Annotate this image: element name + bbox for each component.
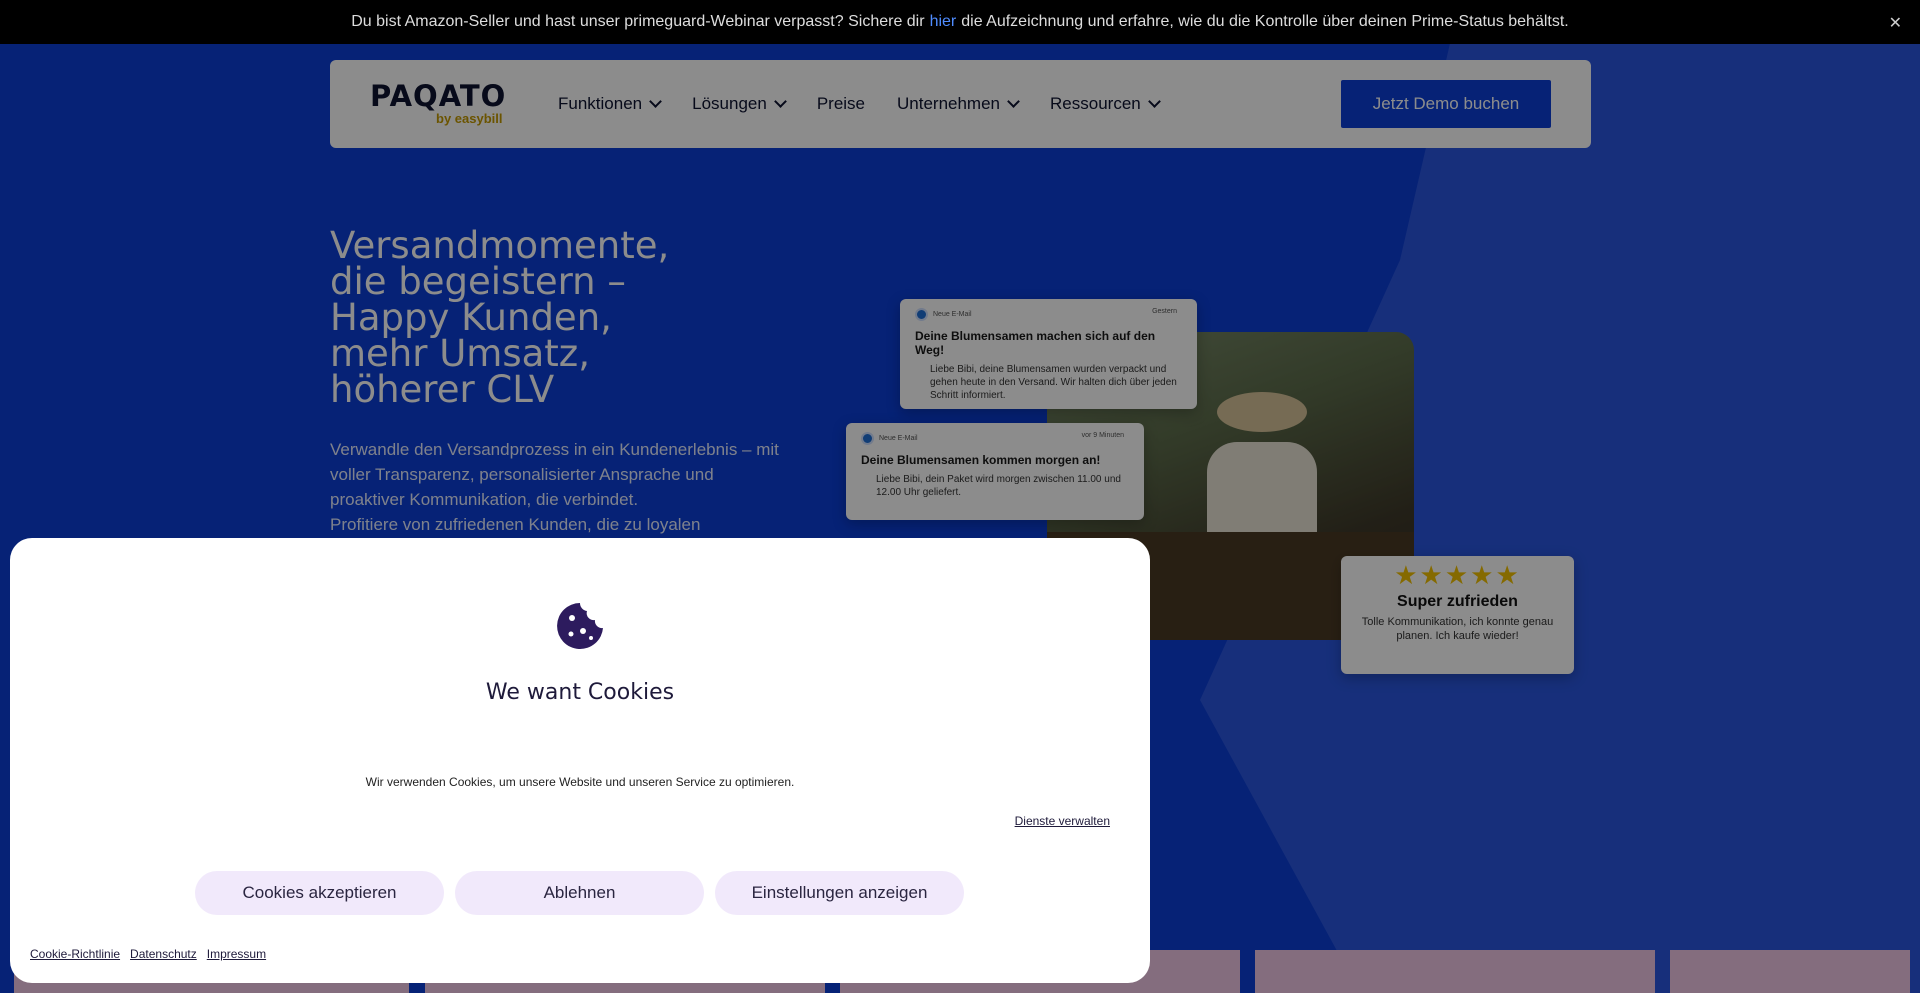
- cookie-dialog-text: Wir verwenden Cookies, um unsere Website…: [365, 775, 795, 789]
- decline-button[interactable]: Ablehnen: [455, 871, 704, 915]
- announcement-text-before: Du bist Amazon-Seller und hast unser pri…: [351, 13, 925, 30]
- cookie-footer-links: Cookie-Richtlinie Datenschutz Impressum: [30, 947, 266, 961]
- accept-cookies-button[interactable]: Cookies akzeptieren: [195, 871, 444, 915]
- close-icon[interactable]: ✕: [1889, 13, 1902, 33]
- cookie-button-row: Cookies akzeptieren Ablehnen Einstellung…: [195, 871, 964, 915]
- imprint-link[interactable]: Impressum: [207, 947, 266, 961]
- announcement-link[interactable]: hier: [930, 13, 957, 31]
- show-settings-button[interactable]: Einstellungen anzeigen: [715, 871, 964, 915]
- announcement-text-after: die Aufzeichnung und erfahre, wie du die…: [961, 13, 1569, 30]
- cookie-icon: [557, 603, 603, 649]
- privacy-link[interactable]: Datenschutz: [130, 947, 197, 961]
- manage-services-link[interactable]: Dienste verwalten: [1015, 814, 1110, 828]
- cookie-dialog-title: We want Cookies: [485, 680, 675, 705]
- cookie-consent-dialog: We want Cookies Wir verwenden Cookies, u…: [10, 538, 1150, 983]
- cookie-policy-link[interactable]: Cookie-Richtlinie: [30, 947, 120, 961]
- announcement-bar: Du bist Amazon-Seller und hast unser pri…: [0, 0, 1920, 44]
